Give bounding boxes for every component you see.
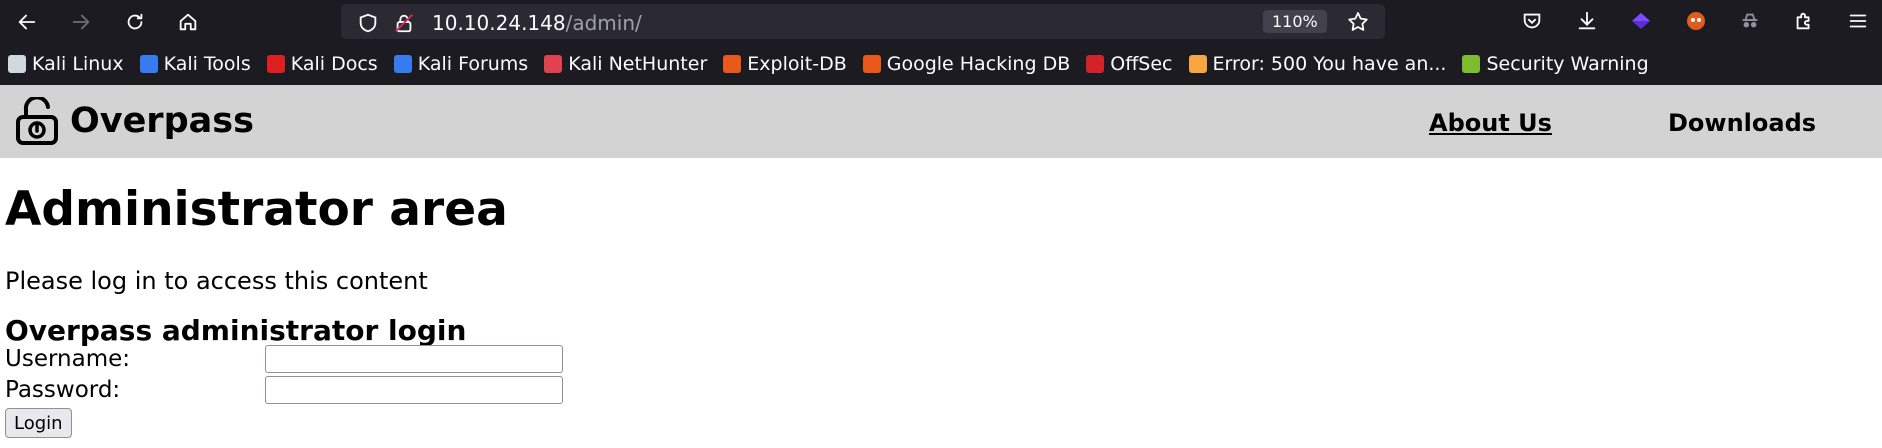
app-menu-button[interactable] [1845,8,1871,34]
bookmark-label: Error: 500 You have an... [1212,53,1447,75]
forward-button[interactable] [67,8,95,36]
back-arrow-icon [18,14,36,30]
bookmark-label: Kali Forums [417,53,529,75]
nav-about-us-link[interactable]: About Us [1429,109,1552,137]
security-warning-icon [1462,55,1481,73]
tracking-shield-icon[interactable] [357,12,379,34]
url-bar[interactable]: 10.10.24.148/admin/ 110% [341,4,1385,39]
site-header: Overpass About Us Downloads [0,85,1882,158]
bookmark-label: Security Warning [1486,53,1649,75]
login-button[interactable]: Login [5,408,72,438]
puzzle-extensions-icon [1796,12,1810,30]
home-icon [179,13,197,31]
fox-extension-icon [1687,12,1705,30]
reload-icon [127,13,143,30]
bookmark-label: OffSec [1110,53,1173,75]
bookmark-item[interactable]: Kali NetHunter [544,53,707,75]
home-button[interactable] [174,8,202,36]
bookmark-item[interactable]: Exploit-DB [723,53,847,75]
browser-toolbar: 10.10.24.148/admin/ 110% [0,0,1882,43]
pocket-icon [1523,13,1541,29]
extensions-button[interactable] [1791,8,1817,34]
offsec-icon [1086,55,1105,73]
password-label: Password: [5,377,121,403]
pocket-button[interactable] [1519,8,1545,34]
kali-docs-icon [266,55,285,73]
username-label: Username: [5,346,130,372]
bookmark-label: Kali Docs [290,53,378,75]
download-icon [1578,11,1596,30]
bookmark-item[interactable]: Kali Tools [139,53,251,75]
padlock-logo-icon [16,97,58,145]
url-host: 10.10.24.148 [432,11,566,35]
bookmark-label: Exploit-DB [747,53,847,75]
site-name[interactable]: Overpass [70,101,254,141]
username-input[interactable] [265,345,563,373]
bookmark-item[interactable]: Security Warning [1462,53,1649,75]
nethunter-icon [544,55,563,73]
url-text[interactable]: 10.10.24.148/admin/ [432,11,642,35]
exploit-db-icon [723,55,742,73]
bookmark-item[interactable]: Kali Linux [8,53,124,75]
bookmark-label: Google Hacking DB [886,53,1071,75]
zoom-level-badge[interactable]: 110% [1263,10,1327,33]
page-title: Administrator area [5,182,508,237]
joomla-icon [1188,55,1207,73]
extension-spy-button[interactable] [1737,8,1763,34]
bookmark-label: Kali Linux [32,53,124,75]
login-form-title: Overpass administrator login [5,314,467,347]
back-button[interactable] [13,8,41,36]
kali-tools-icon [139,55,158,73]
kali-forums-icon [393,55,412,73]
bookmark-label: Kali NetHunter [568,53,708,75]
url-path: /admin/ [565,11,642,35]
nav-downloads-link[interactable]: Downloads [1668,109,1816,137]
extension-foxy-button[interactable] [1683,8,1709,34]
hamburger-menu-icon [1849,14,1867,28]
reload-button[interactable] [121,8,149,36]
browser-chrome: 10.10.24.148/admin/ 110% Kali Linux Kali … [0,0,1882,85]
spy-extension-icon [1742,13,1758,28]
bookmark-star-icon[interactable] [1346,10,1370,34]
bookmark-item[interactable]: Kali Docs [266,53,378,75]
forward-arrow-icon [72,14,90,30]
bookmark-item[interactable]: Google Hacking DB [862,53,1071,75]
downloads-button[interactable] [1574,8,1600,34]
intro-text: Please log in to access this content [5,267,428,295]
ghdb-icon [862,55,881,73]
bookmarks-toolbar: Kali Linux Kali Tools Kali Docs Kali Forums… [0,43,1882,85]
bookmark-item[interactable]: Kali Forums [393,53,529,75]
insecure-lock-icon[interactable] [393,12,415,34]
bookmark-item[interactable]: OffSec [1086,53,1173,75]
password-input[interactable] [265,376,563,404]
extension-purple-button[interactable] [1628,8,1654,34]
kali-dragon-icon [8,55,26,73]
bookmark-item[interactable]: Error: 500 You have an... [1188,53,1447,75]
bookmark-label: Kali Tools [163,53,251,75]
purple-diamond-extension-icon [1632,13,1650,29]
